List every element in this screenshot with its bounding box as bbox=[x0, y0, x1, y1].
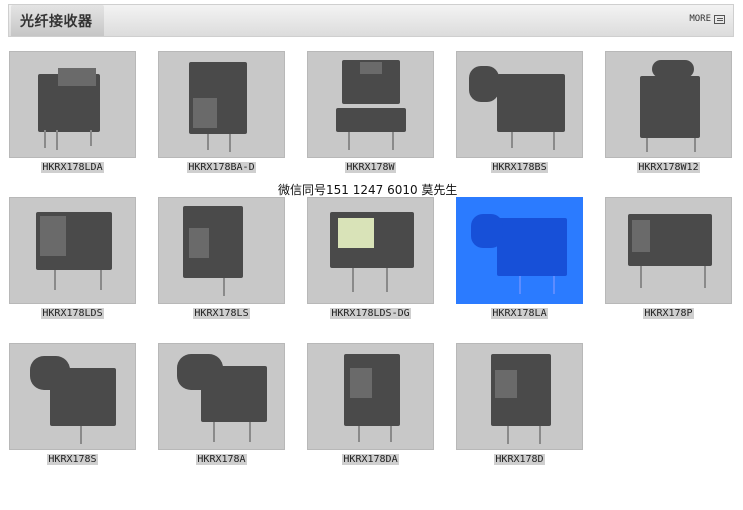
product-card[interactable]: HKRX178P bbox=[605, 197, 732, 319]
more-label: MORE bbox=[689, 14, 711, 24]
product-card[interactable]: HKRX178S bbox=[9, 343, 136, 465]
product-card[interactable]: HKRX178LDS-DG bbox=[307, 197, 434, 319]
product-label[interactable]: HKRX178D bbox=[494, 454, 545, 465]
product-image[interactable] bbox=[9, 197, 136, 304]
product-label[interactable]: HKRX178BS bbox=[491, 162, 548, 173]
product-label[interactable]: HKRX178W bbox=[345, 162, 396, 173]
more-icon bbox=[714, 14, 725, 24]
product-label[interactable]: HKRX178A bbox=[196, 454, 247, 465]
product-image[interactable] bbox=[307, 51, 434, 158]
product-label[interactable]: HKRX178LDA bbox=[41, 162, 104, 173]
product-image[interactable] bbox=[158, 197, 285, 304]
product-card[interactable]: HKRX178LA bbox=[456, 197, 583, 319]
product-image[interactable] bbox=[605, 51, 732, 158]
product-card[interactable]: HKRX178W bbox=[307, 51, 434, 173]
product-image[interactable] bbox=[456, 343, 583, 450]
product-label[interactable]: HKRX178BA-D bbox=[187, 162, 256, 173]
product-label[interactable]: HKRX178P bbox=[643, 308, 694, 319]
section-header bbox=[8, 4, 734, 37]
product-label[interactable]: HKRX178W12 bbox=[637, 162, 700, 173]
product-image[interactable] bbox=[158, 343, 285, 450]
product-label[interactable]: HKRX178LDS-DG bbox=[330, 308, 411, 319]
product-card[interactable]: HKRX178BA-D bbox=[158, 51, 285, 173]
product-image[interactable] bbox=[307, 343, 434, 450]
product-image[interactable] bbox=[9, 51, 136, 158]
product-image[interactable] bbox=[456, 197, 583, 304]
product-label[interactable]: HKRX178LDS bbox=[41, 308, 104, 319]
product-image[interactable] bbox=[307, 197, 434, 304]
section-title: 光纤接收器 bbox=[20, 14, 93, 30]
product-label[interactable]: HKRX178LS bbox=[193, 308, 250, 319]
product-card[interactable]: HKRX178D bbox=[456, 343, 583, 465]
more-link[interactable]: MORE bbox=[689, 14, 725, 24]
product-card[interactable]: HKRX178A bbox=[158, 343, 285, 465]
product-image[interactable] bbox=[158, 51, 285, 158]
product-label[interactable]: HKRX178DA bbox=[342, 454, 399, 465]
product-label[interactable]: HKRX178LA bbox=[491, 308, 548, 319]
product-card[interactable]: HKRX178DA bbox=[307, 343, 434, 465]
product-label[interactable]: HKRX178S bbox=[47, 454, 98, 465]
product-card[interactable]: HKRX178BS bbox=[456, 51, 583, 173]
product-card[interactable]: HKRX178LS bbox=[158, 197, 285, 319]
product-card[interactable]: HKRX178W12 bbox=[605, 51, 732, 173]
product-card[interactable]: HKRX178LDA bbox=[9, 51, 136, 173]
product-image[interactable] bbox=[605, 197, 732, 304]
contact-text: 微信同号151 1247 6010 莫先生 bbox=[278, 183, 458, 197]
product-card[interactable]: HKRX178LDS bbox=[9, 197, 136, 319]
product-image[interactable] bbox=[9, 343, 136, 450]
product-image[interactable] bbox=[456, 51, 583, 158]
